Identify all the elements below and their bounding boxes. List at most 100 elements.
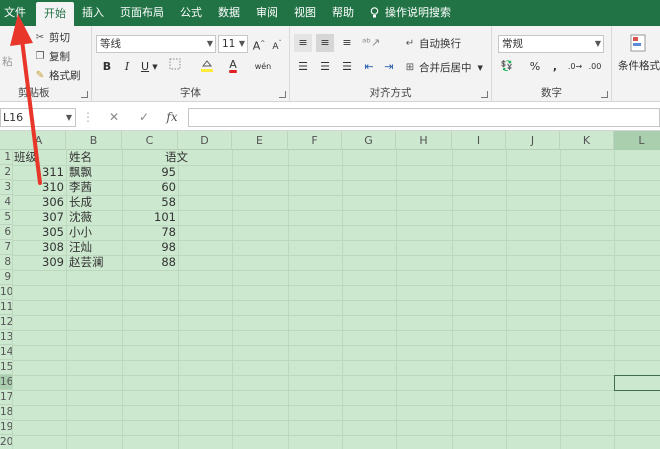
row-header-7[interactable]: 7: [0, 240, 12, 255]
cell-c7[interactable]: 98: [124, 240, 176, 255]
cut-button[interactable]: ✂ 剪切: [34, 30, 70, 45]
align-top-icon[interactable]: ≡: [294, 34, 312, 52]
cell-a8[interactable]: 309: [14, 255, 64, 270]
cell-a4[interactable]: 306: [14, 195, 64, 210]
column-header-e[interactable]: E: [232, 131, 288, 150]
row-header-5[interactable]: 5: [0, 210, 12, 225]
cancel-icon[interactable]: ✕: [104, 108, 124, 127]
cell-c1[interactable]: 语文: [124, 150, 188, 165]
cell-b3[interactable]: 李茜: [69, 180, 121, 195]
row-header-16[interactable]: 16: [0, 375, 12, 390]
comma-button[interactable]: ,: [546, 58, 564, 76]
underline-dropdown-icon[interactable]: ▼: [150, 58, 160, 76]
row-header-6[interactable]: 6: [0, 225, 12, 240]
cell-a5[interactable]: 307: [14, 210, 64, 225]
column-header-l[interactable]: L: [614, 131, 660, 150]
row-header-18[interactable]: 18: [0, 405, 12, 420]
row-header-17[interactable]: 17: [0, 390, 12, 405]
increase-decimal-icon[interactable]: .0→: [566, 58, 584, 76]
tab-data[interactable]: 数据: [210, 0, 248, 26]
cell-b5[interactable]: 沈薇: [69, 210, 121, 225]
column-header-g[interactable]: G: [342, 131, 396, 150]
tab-file[interactable]: 文件: [0, 0, 36, 26]
number-format-select[interactable]: 常规 ▼: [498, 35, 604, 53]
percent-button[interactable]: %: [526, 58, 544, 76]
font-name-select[interactable]: 等线 ▼: [96, 35, 216, 53]
merge-center-button[interactable]: ⊞ 合并后居中 ▼: [404, 60, 483, 75]
formula-input[interactable]: [188, 108, 660, 127]
align-left-icon[interactable]: ☰: [294, 58, 312, 76]
clipboard-launcher-icon[interactable]: [81, 91, 88, 98]
decrease-indent-icon[interactable]: ⇤: [360, 58, 378, 76]
shrink-font-button[interactable]: Aˇ: [268, 35, 286, 53]
tab-view[interactable]: 视图: [286, 0, 324, 26]
column-header-k[interactable]: K: [560, 131, 614, 150]
column-header-d[interactable]: D: [178, 131, 232, 150]
cell-c2[interactable]: 95: [124, 165, 176, 180]
tell-me-search[interactable]: 操作说明搜索: [362, 0, 459, 26]
row-header-15[interactable]: 15: [0, 360, 12, 375]
grow-font-button[interactable]: A^: [250, 35, 268, 53]
row-header-9[interactable]: 9: [0, 270, 12, 285]
wrap-text-button[interactable]: ↵ 自动换行: [404, 36, 461, 51]
row-header-2[interactable]: 2: [0, 165, 12, 180]
bold-button[interactable]: B: [98, 58, 116, 76]
phonetic-icon[interactable]: wén: [254, 58, 272, 76]
border-icon[interactable]: [166, 58, 184, 76]
row-header-14[interactable]: 14: [0, 345, 12, 360]
format-painter-button[interactable]: ✎ 格式刷: [34, 68, 81, 83]
align-middle-icon[interactable]: ≡: [316, 34, 334, 52]
tab-page-layout[interactable]: 页面布局: [112, 0, 172, 26]
column-header-h[interactable]: H: [396, 131, 452, 150]
cell-a2[interactable]: 311: [14, 165, 64, 180]
row-header-13[interactable]: 13: [0, 330, 12, 345]
worksheet-grid[interactable]: A B C D E F G H I J K L 1 2 3 4 5 6 7 8 …: [0, 131, 660, 449]
row-header-8[interactable]: 8: [0, 255, 12, 270]
cell-a6[interactable]: 305: [14, 225, 64, 240]
column-header-b[interactable]: B: [66, 131, 122, 150]
italic-button[interactable]: I: [118, 58, 136, 76]
row-header-1[interactable]: 1: [0, 150, 12, 165]
cell-c5[interactable]: 101: [124, 210, 176, 225]
insert-function-icon[interactable]: fx: [162, 108, 182, 127]
fill-color-icon[interactable]: [198, 58, 216, 76]
cell-b1[interactable]: 姓名: [69, 150, 121, 165]
orientation-icon[interactable]: ᵃᵇ↗: [362, 34, 380, 52]
tab-help[interactable]: 帮助: [324, 0, 362, 26]
row-header-10[interactable]: 10: [0, 285, 12, 300]
cell-b8[interactable]: 赵芸澜: [69, 255, 121, 270]
name-box[interactable]: L16 ▼: [0, 108, 76, 127]
row-header-11[interactable]: 11: [0, 300, 12, 315]
font-launcher-icon[interactable]: [279, 91, 286, 98]
column-header-i[interactable]: I: [452, 131, 506, 150]
copy-button[interactable]: ❐ 复制: [34, 49, 70, 64]
cell-c4[interactable]: 58: [124, 195, 176, 210]
align-right-icon[interactable]: ☰: [338, 58, 356, 76]
conditional-format-button[interactable]: 条件格式: [618, 58, 660, 73]
row-header-12[interactable]: 12: [0, 315, 12, 330]
conditional-format-icon[interactable]: [628, 34, 648, 56]
paste-button[interactable]: 粘: [2, 54, 13, 69]
currency-icon[interactable]: 💱: [498, 58, 516, 76]
row-header-4[interactable]: 4: [0, 195, 12, 210]
cell-b6[interactable]: 小小: [69, 225, 121, 240]
font-size-select[interactable]: 11 ▼: [218, 35, 248, 53]
tab-formulas[interactable]: 公式: [172, 0, 210, 26]
cell-a3[interactable]: 310: [14, 180, 64, 195]
number-launcher-icon[interactable]: [601, 91, 608, 98]
row-header-19[interactable]: 19: [0, 420, 12, 435]
cell-a1[interactable]: 班级: [14, 150, 66, 165]
tab-home[interactable]: 开始: [36, 2, 74, 26]
cell-b4[interactable]: 长成: [69, 195, 121, 210]
font-color-button[interactable]: A: [224, 56, 242, 74]
cell-c3[interactable]: 60: [124, 180, 176, 195]
cell-b7[interactable]: 汪灿: [69, 240, 121, 255]
enter-icon[interactable]: ✓: [134, 108, 154, 127]
align-center-icon[interactable]: ☰: [316, 58, 334, 76]
cell-c8[interactable]: 88: [124, 255, 176, 270]
cell-c6[interactable]: 78: [124, 225, 176, 240]
column-header-c[interactable]: C: [122, 131, 178, 150]
column-header-f[interactable]: F: [288, 131, 342, 150]
row-header-20[interactable]: 20: [0, 435, 12, 449]
selected-cell-l16[interactable]: [614, 375, 660, 391]
